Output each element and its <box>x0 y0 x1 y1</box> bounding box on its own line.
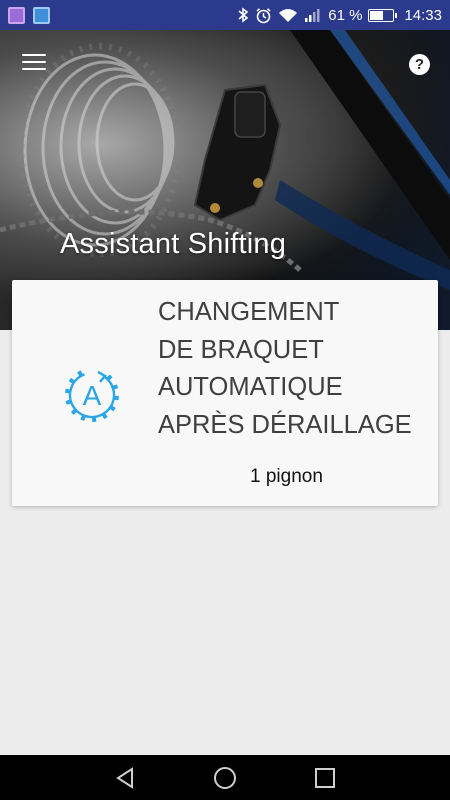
play-notification-icon <box>33 6 50 24</box>
setting-title-line: APRÈS DÉRAILLAGE <box>158 410 412 439</box>
wifi-icon <box>279 9 298 22</box>
gear-tooth <box>113 395 120 401</box>
gear-tooth <box>65 388 71 394</box>
gear-tooth <box>106 374 113 381</box>
battery-level <box>370 10 384 20</box>
battery-icon <box>368 8 398 22</box>
alarm-icon <box>256 7 271 23</box>
auto-shift-gear-letter: A <box>83 380 102 411</box>
setting-value: 1 pignon <box>250 466 323 487</box>
gear-tooth <box>112 384 119 390</box>
auto-shift-gear-icon: A <box>65 370 120 423</box>
gear-tooth <box>109 405 116 412</box>
battery-percent: 61 % <box>328 6 363 24</box>
gear-tooth <box>101 412 108 420</box>
signal-icon <box>305 9 320 22</box>
gear-tooth <box>65 399 72 405</box>
menu-bar-bottom <box>22 68 46 70</box>
gear-tooth <box>77 370 84 377</box>
home-icon[interactable] <box>213 766 237 790</box>
gear-tooth <box>68 377 76 385</box>
status-bar: 61 % 14:33 <box>0 0 450 30</box>
status-indicators: 61 % 14:33 <box>237 7 442 24</box>
help-icon[interactable]: ? <box>409 54 430 75</box>
setting-title-line: DE BRAQUET <box>158 335 324 364</box>
status-time: 14:33 <box>404 6 442 24</box>
menu-bar-top <box>22 54 46 56</box>
gear-tooth <box>80 414 86 421</box>
gallery-notification-icon <box>8 6 25 24</box>
gear-tooth <box>70 408 78 415</box>
navigation-bar <box>0 755 450 800</box>
status-notifications <box>8 6 50 24</box>
setting-title: CHANGEMENT DE BRAQUET AUTOMATIQUE APRÈS … <box>158 294 428 444</box>
app-screen: 61 % 14:33 ? Assistant Shifting A CHANGE… <box>0 0 450 800</box>
setting-title-line: AUTOMATIQUE <box>158 373 343 401</box>
menu-button[interactable] <box>20 50 48 74</box>
setting-title-line: CHANGEMENT <box>158 298 340 326</box>
back-icon[interactable] <box>113 766 137 790</box>
bluetooth-icon <box>238 7 249 23</box>
auto-shift-setting-card[interactable]: A CHANGEMENT DE BRAQUET AUTOMATIQUE APRÈ… <box>12 280 438 506</box>
page-title: Assistant Shifting <box>60 228 287 260</box>
recents-icon[interactable] <box>313 766 337 790</box>
menu-bar-middle <box>22 61 46 63</box>
